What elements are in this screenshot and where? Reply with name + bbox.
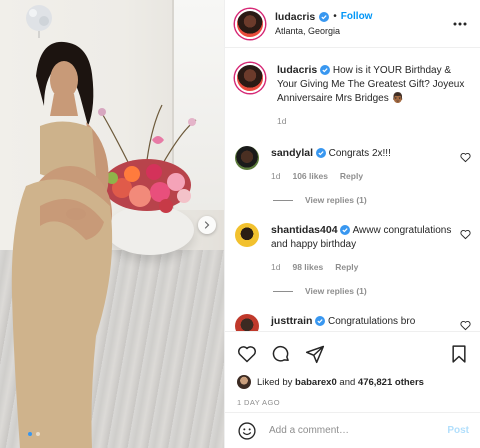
- reply-button[interactable]: Reply: [335, 260, 358, 274]
- author-username[interactable]: ludacris: [275, 10, 315, 24]
- post-location[interactable]: Atlanta, Georgia: [275, 24, 372, 38]
- commenter-username[interactable]: sandylal: [271, 147, 313, 159]
- view-replies-label: View replies (1): [305, 286, 367, 296]
- comment-item: sandylal Congrats 2x!!! 1d 106 likes Rep…: [235, 146, 471, 205]
- reply-button[interactable]: Reply: [340, 169, 363, 183]
- comment-likes[interactable]: 106 likes: [292, 169, 327, 183]
- likes-summary[interactable]: Liked by babarex0 and 476,821 others: [237, 375, 469, 389]
- verified-badge-icon: [315, 316, 326, 327]
- more-options-button[interactable]: [450, 17, 470, 31]
- post-comment-button[interactable]: Post: [447, 425, 469, 436]
- verified-badge-icon: [319, 11, 330, 22]
- liked-by-prefix: Liked by: [257, 376, 293, 388]
- more-options-icon: [453, 22, 467, 25]
- caption-author-avatar[interactable]: [235, 63, 265, 93]
- comment-composer: Add a comment… Post: [225, 412, 480, 448]
- liked-by-user[interactable]: babarex0: [295, 377, 337, 388]
- caption-author-username[interactable]: ludacris: [277, 64, 317, 76]
- comment-likes[interactable]: 98 likes: [292, 260, 323, 274]
- separator-dot: •: [333, 10, 337, 22]
- post-header: ludacris • Follow Atlanta, Georgia: [225, 0, 480, 48]
- share-icon[interactable]: [305, 344, 325, 364]
- commenter-username[interactable]: shantidas404: [271, 224, 338, 236]
- follow-button[interactable]: Follow: [341, 10, 373, 24]
- comment-text: Congrats 2x!!!: [328, 148, 391, 159]
- commenter-username[interactable]: justtrain: [271, 315, 312, 327]
- post-sidebar: ludacris • Follow Atlanta, Georgia ludac…: [224, 0, 480, 448]
- comment-age: 1d: [271, 262, 281, 272]
- emoji-icon[interactable]: [237, 421, 257, 441]
- verified-badge-icon: [315, 148, 326, 159]
- post-caption: ludacris How is it YOUR Birthday & Your …: [235, 63, 471, 128]
- bookmark-icon[interactable]: [449, 344, 469, 364]
- heart-icon[interactable]: [460, 152, 471, 163]
- replies-line: [273, 199, 293, 201]
- commenter-avatar[interactable]: [235, 223, 259, 247]
- caption-age: 1d: [277, 116, 287, 126]
- next-slide-button[interactable]: [198, 216, 216, 234]
- carousel-dots: [28, 432, 40, 436]
- photo-subject: [11, 41, 113, 448]
- heart-icon[interactable]: [460, 229, 471, 240]
- comment-item: justtrain Congratulations bro: [235, 314, 471, 331]
- comment-input[interactable]: Add a comment…: [269, 425, 447, 436]
- comment-age: 1d: [271, 171, 281, 181]
- author-avatar[interactable]: [235, 8, 265, 39]
- post-timestamp[interactable]: 1 DAY AGO: [237, 398, 469, 407]
- comment-text: Congratulations bro: [327, 316, 416, 327]
- commenter-avatar[interactable]: [235, 314, 259, 331]
- heart-icon[interactable]: [460, 320, 471, 331]
- liked-by-others[interactable]: 476,821 others: [358, 377, 424, 388]
- liked-by-and: and: [339, 376, 356, 388]
- author-info: ludacris • Follow Atlanta, Georgia: [275, 10, 372, 38]
- pendant-lamp: [26, 5, 52, 38]
- comments-list[interactable]: ludacris How is it YOUR Birthday & Your …: [225, 49, 480, 331]
- verified-badge-icon: [340, 225, 351, 236]
- view-replies-label: View replies (1): [305, 195, 367, 205]
- comment-icon[interactable]: [271, 344, 291, 364]
- view-replies-button[interactable]: View replies (1): [273, 195, 471, 205]
- comment-item: shantidas404 Awww congratulations and ha…: [235, 223, 471, 296]
- post-actions: Liked by babarex0 and 476,821 others 1 D…: [225, 331, 480, 407]
- carousel-dot-active: [28, 432, 32, 436]
- replies-line: [273, 290, 293, 292]
- post-media[interactable]: [0, 0, 224, 448]
- liker-avatar: [237, 375, 251, 389]
- heart-icon[interactable]: [237, 344, 257, 364]
- commenter-avatar[interactable]: [235, 146, 259, 170]
- view-replies-button[interactable]: View replies (1): [273, 286, 471, 296]
- carousel-dot: [36, 432, 40, 436]
- verified-badge-icon: [320, 65, 331, 76]
- chevron-right-icon: [204, 221, 210, 229]
